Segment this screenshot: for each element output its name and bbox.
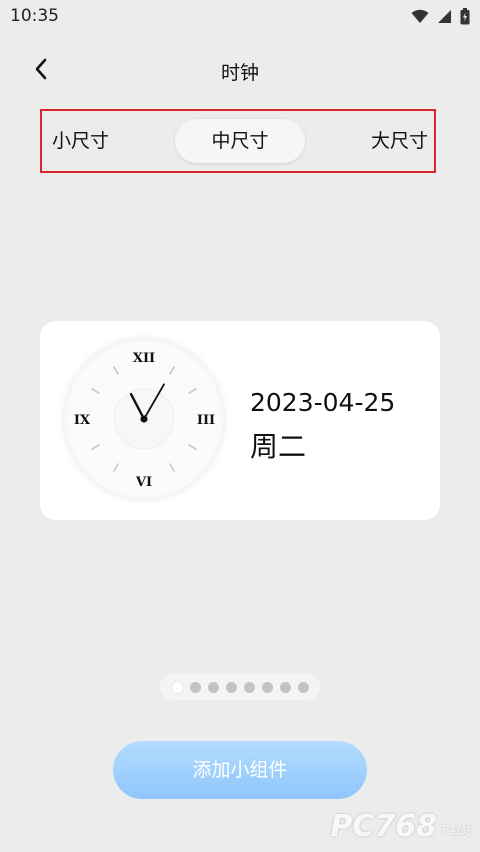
clock-dial: XII III VI IX <box>74 351 215 490</box>
page-dot[interactable] <box>297 681 309 693</box>
widget-date: 2023-04-25 <box>250 388 396 417</box>
numeral-xii: XII <box>133 351 155 366</box>
page-title: 时钟 <box>220 62 259 84</box>
page-dot[interactable] <box>207 681 219 693</box>
page-dot[interactable] <box>171 681 183 693</box>
battery-charging-icon <box>460 8 470 25</box>
page-dot[interactable] <box>279 681 291 693</box>
numeral-vi: VI <box>135 475 152 490</box>
tab-large-size[interactable]: 大尺寸 <box>371 111 428 171</box>
tab-medium-size[interactable]: 中尺寸 <box>175 119 305 163</box>
numeral-ix: IX <box>74 413 91 428</box>
status-icons <box>411 8 470 25</box>
clock-tick <box>169 463 175 472</box>
page-indicator <box>160 674 320 700</box>
size-tabs: 小尺寸 中尺寸 大尺寸 <box>40 109 436 173</box>
page-dot[interactable] <box>189 681 201 693</box>
status-bar: 10:35 <box>0 0 480 34</box>
signal-icon <box>437 9 452 24</box>
clock-tick <box>113 366 119 375</box>
clock-tick <box>91 444 100 450</box>
pc768-watermark-logo: PC768 下载站 <box>330 809 472 844</box>
clock-tick <box>91 388 100 394</box>
numeral-iii: III <box>197 413 215 428</box>
clock-tick <box>113 463 119 472</box>
watermark-subtext: 下载站 <box>439 824 472 837</box>
wifi-icon <box>411 9 429 24</box>
header: 时钟 <box>0 40 480 98</box>
analog-clock: XII III VI IX <box>64 339 224 499</box>
page-dot[interactable] <box>225 681 237 693</box>
clock-tick <box>188 388 197 394</box>
status-time: 10:35 <box>10 6 59 26</box>
page-dot[interactable] <box>243 681 255 693</box>
page-dot[interactable] <box>261 681 273 693</box>
add-widget-button[interactable]: 添加小组件 <box>113 741 367 799</box>
watermark-text: PC768 <box>330 809 437 844</box>
widget-weekday: 周二 <box>250 430 307 463</box>
clock-tick <box>169 366 175 375</box>
clock-center-pin <box>140 415 148 423</box>
clock-widget-preview: XII III VI IX 2023-04-25 周二 <box>40 321 440 520</box>
clock-tick <box>188 444 197 450</box>
tab-small-size[interactable]: 小尺寸 <box>52 111 109 171</box>
